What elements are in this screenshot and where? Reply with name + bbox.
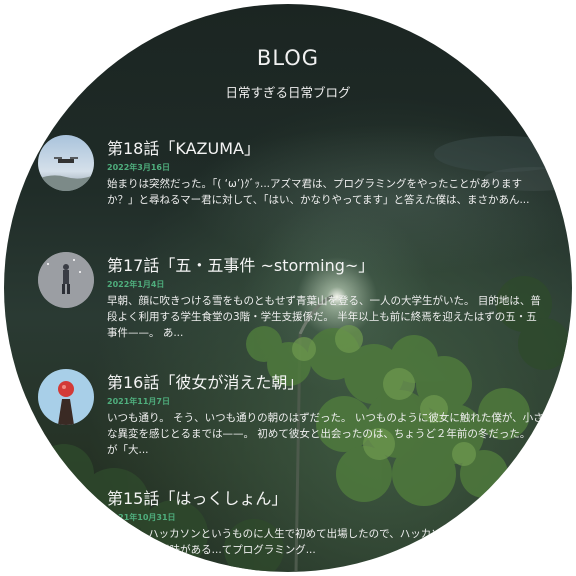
post-thumbnail-snow-person[interactable]	[38, 252, 94, 308]
post-thumbnail-drone[interactable]	[38, 135, 94, 191]
post-excerpt: 早朝、顔に吹きつける雪をものともせず青葉山を登る、一人の大学生がいた。 目的地は…	[107, 295, 541, 339]
post-date: 2022年1月4日	[107, 280, 165, 289]
blog-viewport: BLOG 日常すぎる日常ブログ 第18話「KAZUMA」 2022年3月16日 …	[4, 4, 572, 572]
post-title[interactable]: 第17話「五・五事件 ~storming~」	[107, 252, 374, 276]
post-title[interactable]: 第18話「KAZUMA」	[107, 135, 260, 159]
post-title[interactable]: 第16話「彼女が消えた朝」	[107, 369, 303, 393]
blog-subtitle: 日常すぎる日常ブログ	[225, 85, 351, 100]
post-date: 2022年3月16日	[107, 163, 170, 172]
post-excerpt: いつも通り。 そう、いつも通りの朝のはずだった。 いつものように彼女に触れた僕が…	[107, 412, 545, 456]
post-title[interactable]: 第15話「はっくしょん」	[107, 485, 287, 509]
post-date: 2021年10月31日	[107, 513, 176, 522]
post-thumbnail-hand-apple[interactable]	[38, 369, 94, 425]
post-date: 2021年11月7日	[107, 397, 170, 406]
post-excerpt: 始まりは突然だった。「( ‘ω’)ｸﾞｯ...アズマ君は、プログラミングをやった…	[107, 178, 530, 206]
blog-title[interactable]: BLOG	[4, 46, 572, 70]
post-excerpt: そして、ハッカソンというものに人生で初めて出場したので、ハッカソンという名のサバ…	[107, 528, 547, 556]
